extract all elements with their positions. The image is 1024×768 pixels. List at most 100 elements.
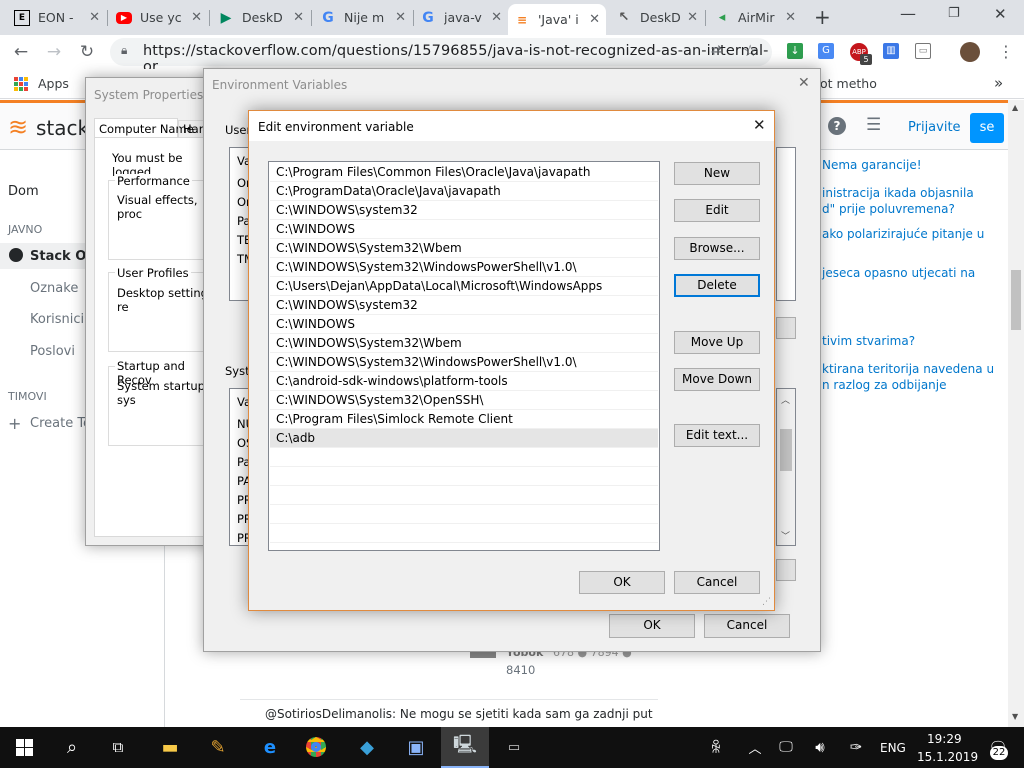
scrollbar-thumb[interactable]	[780, 429, 792, 471]
path-entry[interactable]: C:\android-sdk-windows\platform-tools	[270, 372, 658, 391]
profile-avatar[interactable]	[960, 42, 980, 62]
browser-tab[interactable]: ▶ DeskD ✕	[212, 0, 310, 35]
path-entry[interactable]: C:\Program Files\Simlock Remote Client	[270, 410, 658, 429]
close-tab-icon[interactable]: ✕	[293, 10, 304, 25]
env-vars-ok-button[interactable]: OK	[609, 614, 695, 638]
scroll-up-icon[interactable]: ▲	[1012, 103, 1018, 112]
close-tab-icon[interactable]: ✕	[89, 10, 100, 25]
kodi-icon[interactable]: ◆	[353, 733, 381, 761]
scroll-up-icon[interactable]: ︿	[781, 393, 790, 406]
scroll-down-icon[interactable]: ﹀	[781, 529, 790, 542]
bookmark-item[interactable]: ot metho	[820, 76, 877, 91]
help-icon[interactable]: ?	[828, 117, 846, 135]
restore-window-icon[interactable]: ❐	[948, 6, 960, 21]
apps-grid-icon[interactable]	[14, 77, 28, 91]
network-icon[interactable]: 🖵︎	[772, 733, 800, 761]
remote-desktop-icon[interactable]: ▣	[402, 733, 430, 761]
edit-button[interactable]: Edit	[674, 199, 760, 222]
new-button[interactable]: New	[674, 162, 760, 185]
browser-tab[interactable]: ◂ AirMir ✕	[708, 0, 802, 35]
path-entry[interactable]: C:\WINDOWS\system32	[270, 296, 658, 315]
login-link[interactable]: Prijavite	[908, 120, 961, 135]
task-view-icon[interactable]: ⧉	[104, 733, 132, 761]
close-tab-icon[interactable]: ✕	[785, 10, 796, 25]
close-window-icon[interactable]: ✕	[994, 5, 1007, 23]
scrollbar-thumb[interactable]	[1011, 270, 1021, 330]
clock-time[interactable]: 19:29	[927, 732, 962, 746]
browse-button[interactable]: Browse...	[674, 237, 760, 260]
page-scrollbar[interactable]: ▲ ▼	[1008, 100, 1024, 727]
browser-tab-active[interactable]: ≡ 'Java' i ✕	[508, 4, 606, 35]
search-icon[interactable]: ⌕	[58, 733, 86, 761]
path-entry[interactable]: C:\WINDOWS	[270, 315, 658, 334]
hot-question-link[interactable]: Nema garancije!	[822, 157, 1002, 173]
path-entry[interactable]: C:\WINDOWS	[270, 220, 658, 239]
show-hidden-icons[interactable]: ︿	[741, 733, 769, 761]
new-tab-button[interactable]: +	[814, 5, 831, 29]
cmd-icon[interactable]: ▭	[500, 733, 528, 761]
path-entry[interactable]: C:\WINDOWS\System32\Wbem	[270, 334, 658, 353]
edit-text-button[interactable]: Edit text...	[674, 424, 760, 447]
signup-button[interactable]: se	[970, 113, 1004, 143]
nav-jobs[interactable]: Poslovi	[30, 344, 75, 359]
delete-button[interactable]: Delete	[674, 274, 760, 297]
path-entries-list[interactable]: C:\Program Files\Common Files\Oracle\Jav…	[268, 161, 660, 551]
volume-icon[interactable]: 🔊︎	[806, 733, 834, 761]
file-explorer-icon[interactable]: ▬	[156, 733, 184, 761]
paint-icon[interactable]: ✎	[204, 733, 232, 761]
so-logo-icon[interactable]: ≋	[8, 113, 28, 141]
cancel-button[interactable]: Cancel	[674, 571, 760, 594]
nav-users[interactable]: Korisnici	[30, 312, 84, 327]
hot-question-link[interactable]: ako polarizirajuće pitanje u	[822, 226, 1002, 242]
ok-button[interactable]: OK	[579, 571, 665, 594]
start-windows-icon[interactable]	[10, 733, 38, 761]
path-entry[interactable]: C:\Users\Dejan\AppData\Local\Microsoft\W…	[270, 277, 658, 296]
system-properties-taskbar-icon[interactable]: 🖳︎	[451, 733, 479, 761]
bookmarks-overflow-icon[interactable]: »	[994, 74, 1003, 92]
extension-chart-icon[interactable]: ▥	[883, 43, 899, 59]
browser-tab[interactable]: ↖ DeskD ✕	[610, 0, 704, 35]
chrome-icon[interactable]	[302, 733, 330, 761]
resize-grip-icon[interactable]: ⋰	[762, 597, 771, 607]
system-vars-delete-button[interactable]	[776, 559, 796, 581]
user-vars-delete-button[interactable]	[776, 317, 796, 339]
browser-tab[interactable]: G java-v ✕	[414, 0, 508, 35]
forward-icon[interactable]: →	[44, 42, 64, 62]
close-tab-icon[interactable]: ✕	[395, 10, 406, 25]
close-tab-icon[interactable]: ✕	[687, 10, 698, 25]
system-vars-list[interactable]: Va NU OS Pa PA PR PR PR	[229, 388, 254, 546]
env-vars-close-icon[interactable]: ✕	[798, 75, 810, 91]
extension-download-icon[interactable]: ↓	[787, 43, 803, 59]
move-down-button[interactable]: Move Down	[674, 368, 760, 391]
hot-question-link[interactable]: ktirana teritorija navedena u n razlog z…	[822, 361, 1002, 393]
browser-tab[interactable]: ▶ Use yc ✕	[110, 0, 208, 35]
close-tab-icon[interactable]: ✕	[491, 10, 502, 25]
bookmark-star-icon[interactable]: ☆	[743, 41, 757, 60]
back-icon[interactable]: ←	[11, 42, 31, 62]
apps-bookmark[interactable]: Apps	[38, 76, 69, 91]
pen-icon[interactable]: ✑	[842, 733, 870, 761]
clock-date[interactable]: 15.1.2019	[917, 750, 978, 764]
language-indicator[interactable]: ENG	[880, 741, 906, 755]
extension-translate-icon[interactable]: G	[818, 43, 834, 59]
close-tab-icon[interactable]: ✕	[191, 10, 202, 25]
extension-cast-icon[interactable]: ▭	[915, 43, 931, 59]
user-vars-list[interactable]: Va Or Or Pa TE TM	[229, 147, 254, 301]
nav-home[interactable]: Dom	[8, 184, 39, 199]
path-entry[interactable]: C:\WINDOWS\system32	[270, 201, 658, 220]
path-entry[interactable]: C:\WINDOWS\System32\Wbem	[270, 239, 658, 258]
review-queue-icon[interactable]: ☰	[866, 115, 881, 135]
reload-icon[interactable]: ↻	[77, 42, 97, 62]
minimize-window-icon[interactable]: —	[900, 4, 916, 23]
path-entry[interactable]: C:\WINDOWS\System32\OpenSSH\	[270, 391, 658, 410]
path-entry-selected[interactable]: C:\adb	[270, 429, 658, 448]
move-up-button[interactable]: Move Up	[674, 331, 760, 354]
hot-question-link[interactable]: inistracija ikada objasnila d" prije pol…	[822, 185, 1002, 217]
people-icon[interactable]: ꆜ	[702, 733, 730, 761]
path-entry[interactable]: C:\WINDOWS\System32\WindowsPowerShell\v1…	[270, 258, 658, 277]
hot-question-link[interactable]: tivim stvarima?	[822, 333, 1002, 349]
edge-icon[interactable]: e	[256, 733, 284, 761]
address-bar[interactable]: 🔒︎ https://stackoverflow.com/questions/1…	[110, 38, 772, 75]
scroll-down-icon[interactable]: ▼	[1012, 712, 1018, 721]
browser-menu-icon[interactable]: ⋮	[998, 42, 1014, 61]
